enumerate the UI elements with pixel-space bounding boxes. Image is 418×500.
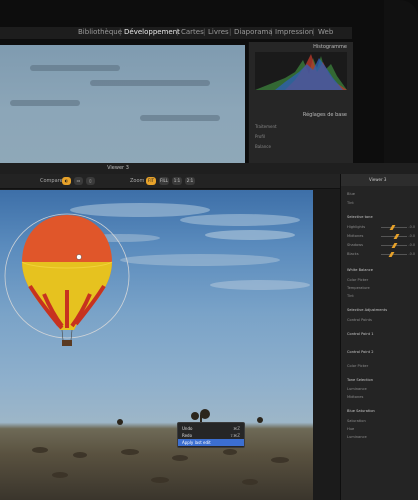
control-point-pin [76,254,82,260]
histogram [255,52,347,90]
control-point-2-item[interactable]: Control Point 2 [347,350,373,354]
menu-print[interactable]: Impression [275,28,313,36]
context-menu: Undo ⌘Z Redo ⇧⌘Z Apply last edit [177,422,245,448]
zoom-label: Zoom [130,178,145,184]
adjust-row: Blacks [347,252,359,256]
menu-separator: | [176,28,179,36]
adjust-row: Midtones [347,234,364,238]
adjust-row: Control Points [347,318,372,322]
adjust-row: Midtones [347,395,364,399]
adjust-row: Luminance [347,387,367,391]
basic-panel-title: Réglages de base [302,112,347,118]
control-point-1-item[interactable]: Control Point 1 [347,332,373,336]
section-blue-saturation[interactable]: Blue Saturation [347,409,375,413]
zoom-fit-button[interactable]: FIT [146,177,156,185]
adjust-row: Luminance [347,435,367,439]
zoom-2-1-button[interactable]: 2:1 [185,177,195,185]
menu-books[interactable]: Livres [208,28,229,36]
panel-row: Profil [255,134,265,139]
blacks-value: -0.0 [408,252,415,256]
section-selective-tone[interactable]: Selective tone [347,215,373,219]
module-menubar: Bibliothèque | Développement | Cartes | … [0,27,352,39]
viewer-toolbar: Compare ◐ ▭ ▯ Zoom FIT FILL 1:1 2:1 [0,174,340,189]
back-develop-panel: Histogramme Réglages de base Traitement … [248,42,353,167]
panel-row: Balance [255,144,271,149]
compare-label: Compare [40,178,63,184]
sidebar-header: Viewer 3 [341,174,418,186]
compare-split-button[interactable]: ▭ [74,177,83,185]
adjust-row: Saturation [347,419,366,423]
apply-last-edit-menu-item[interactable]: Apply last edit [178,439,244,446]
adjust-row: Hue [347,427,355,431]
panel-row: Traitement [255,124,277,129]
menu-web[interactable]: Web [318,28,333,36]
redo-menu-item[interactable]: Redo ⇧⌘Z [178,432,244,439]
compare-on-button[interactable]: ◐ [62,177,71,185]
highlights-slider[interactable] [381,225,407,230]
viewer-window: Viewer 3 Compare ◐ ▭ ▯ Zoom FIT FILL 1:1… [0,163,418,500]
menu-separator: | [229,28,232,36]
balloon-photo [4,203,310,485]
midtones-value: -0.0 [408,234,415,238]
histogram-title: Histogramme [313,44,347,50]
main-photo-canvas[interactable] [0,190,313,500]
midtones-slider[interactable] [381,234,407,239]
section-white-balance[interactable]: White Balance [347,268,373,272]
adjustments-sidebar: Viewer 3 Blue Tint Selective tone Highli… [340,174,418,500]
adjust-row: Color Picker [347,278,369,282]
menu-separator: | [119,28,122,36]
adjust-row: Tint [347,294,354,298]
menu-separator: | [270,28,273,36]
section-selective-adjustments[interactable]: Selective Adjustments [347,308,387,312]
compare-side-button[interactable]: ▯ [86,177,95,185]
menu-separator: | [312,28,315,36]
zoom-fill-button[interactable]: FILL [159,177,169,185]
adjust-row: Temperature [347,286,370,290]
back-photo-preview [0,45,245,165]
panel-gutter [313,190,340,500]
zoom-1-1-button[interactable]: 1:1 [172,177,182,185]
adjust-row: Highlights [347,225,366,229]
menu-library[interactable]: Bibliothèque [78,28,122,36]
menu-slideshow[interactable]: Diaporama [234,28,273,36]
adjust-row: Color Picker [347,364,369,368]
menu-maps[interactable]: Cartes [181,28,204,36]
section-tone-selection[interactable]: Tone Selection [347,378,373,382]
menu-develop[interactable]: Développement [124,28,180,36]
adjust-row: Blue [347,192,355,196]
blacks-slider[interactable] [381,252,407,257]
sidebar-title: Viewer 3 [369,177,387,182]
window-title: Viewer 3 [107,165,129,171]
shadows-slider[interactable] [381,243,407,248]
adjust-row: Tint [347,201,354,205]
highlights-value: -0.0 [408,225,415,229]
shadows-value: -0.0 [408,243,415,247]
menu-separator: | [203,28,206,36]
undo-menu-item[interactable]: Undo ⌘Z [178,425,244,432]
adjust-row: Shadows [347,243,364,247]
